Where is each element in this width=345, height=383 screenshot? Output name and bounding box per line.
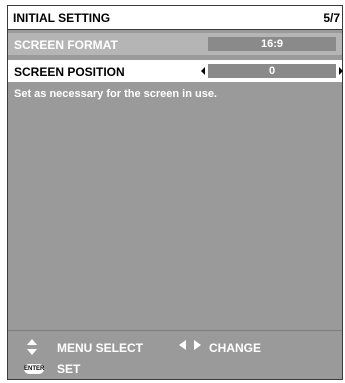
- footer-divider: [8, 330, 342, 331]
- menu-item-label: SCREEN FORMAT: [14, 38, 118, 52]
- menu-item-screen-position[interactable]: SCREEN POSITION 0: [8, 60, 343, 82]
- screen-format-value[interactable]: 16:9: [208, 37, 336, 51]
- initial-setting-panel: INITIAL SETTING 5/7 SCREEN FORMAT 16:9 S…: [7, 5, 343, 380]
- menu-select-hint: MENU SELECT: [57, 341, 144, 355]
- up-down-arrows-icon: [27, 339, 37, 355]
- enter-button-icon: ENTER: [24, 364, 45, 374]
- increase-arrow-icon[interactable]: [339, 67, 343, 75]
- decrease-arrow-icon[interactable]: [201, 67, 205, 75]
- item-description: Set as necessary for the screen in use.: [14, 88, 217, 100]
- menu-item-label: SCREEN POSITION: [14, 65, 125, 79]
- change-hint: CHANGE: [209, 341, 262, 355]
- page-indicator: 5/7: [323, 11, 340, 25]
- screen-position-value[interactable]: 0: [208, 64, 336, 78]
- menu-title: INITIAL SETTING: [13, 11, 111, 25]
- menu-header: INITIAL SETTING 5/7: [8, 6, 342, 30]
- left-right-arrows-icon: [179, 340, 201, 350]
- menu-item-screen-format[interactable]: SCREEN FORMAT 16:9: [8, 33, 342, 55]
- set-hint: SET: [57, 362, 81, 376]
